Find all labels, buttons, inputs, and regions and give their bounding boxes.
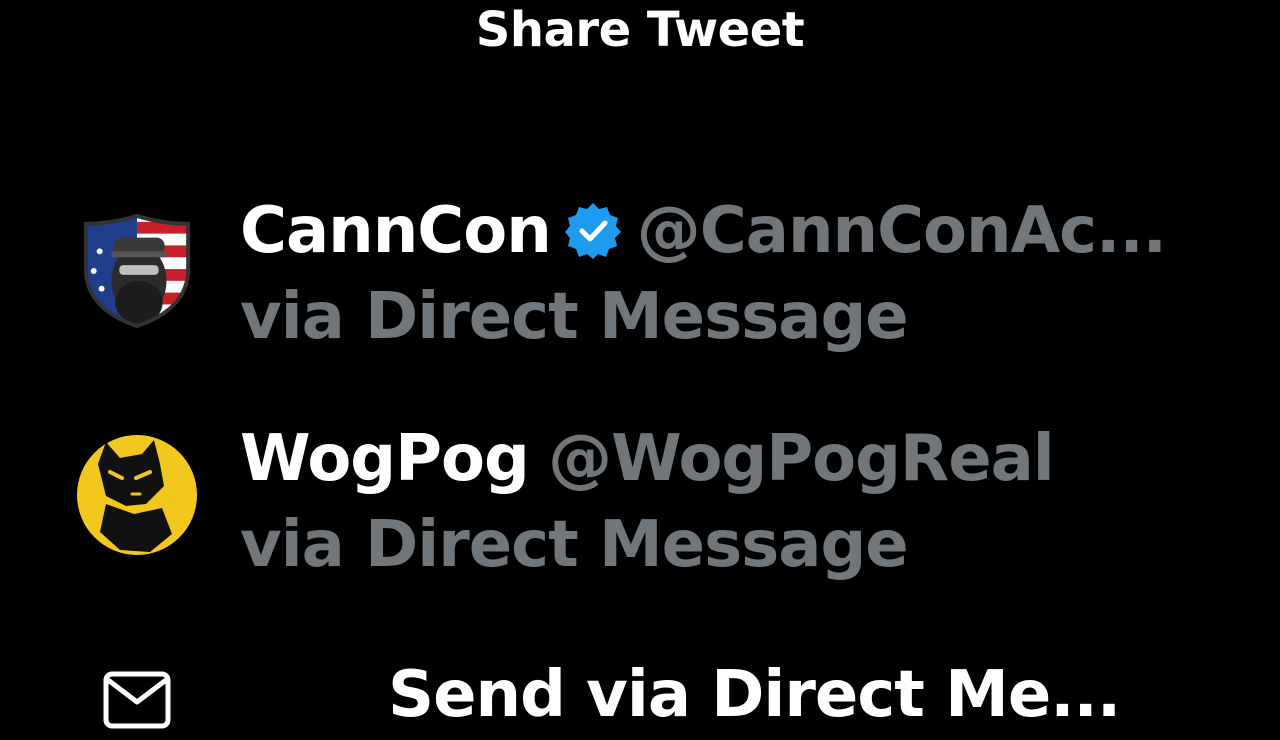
contact-name-line: WogPog @WogPogReal [240,422,1055,496]
send-via-direct-message-option[interactable]: Send via Direct Me... [0,660,1280,740]
contact-name-line: CannCon @CannConAc... [240,194,1167,268]
user-handle: @CannConAc... [636,194,1167,268]
user-handle: @WogPogReal [548,422,1055,496]
verified-badge-icon [564,203,621,259]
wogpog-yellow-cat-avatar [77,435,197,555]
share-channel-label: via Direct Message [240,280,909,354]
share-contact-canncon[interactable]: CannCon @CannConAc... via Direct Message [0,196,1280,366]
display-name: WogPog [240,422,530,496]
share-contact-wogpog[interactable]: WogPog @WogPogReal via Direct Message [0,424,1280,594]
sheet-title: Share Tweet [475,2,805,58]
display-name: CannCon [240,194,552,268]
envelope-icon [103,671,171,729]
bearded-man-flag-shield-avatar [83,213,191,329]
share-channel-label: via Direct Message [240,508,909,582]
